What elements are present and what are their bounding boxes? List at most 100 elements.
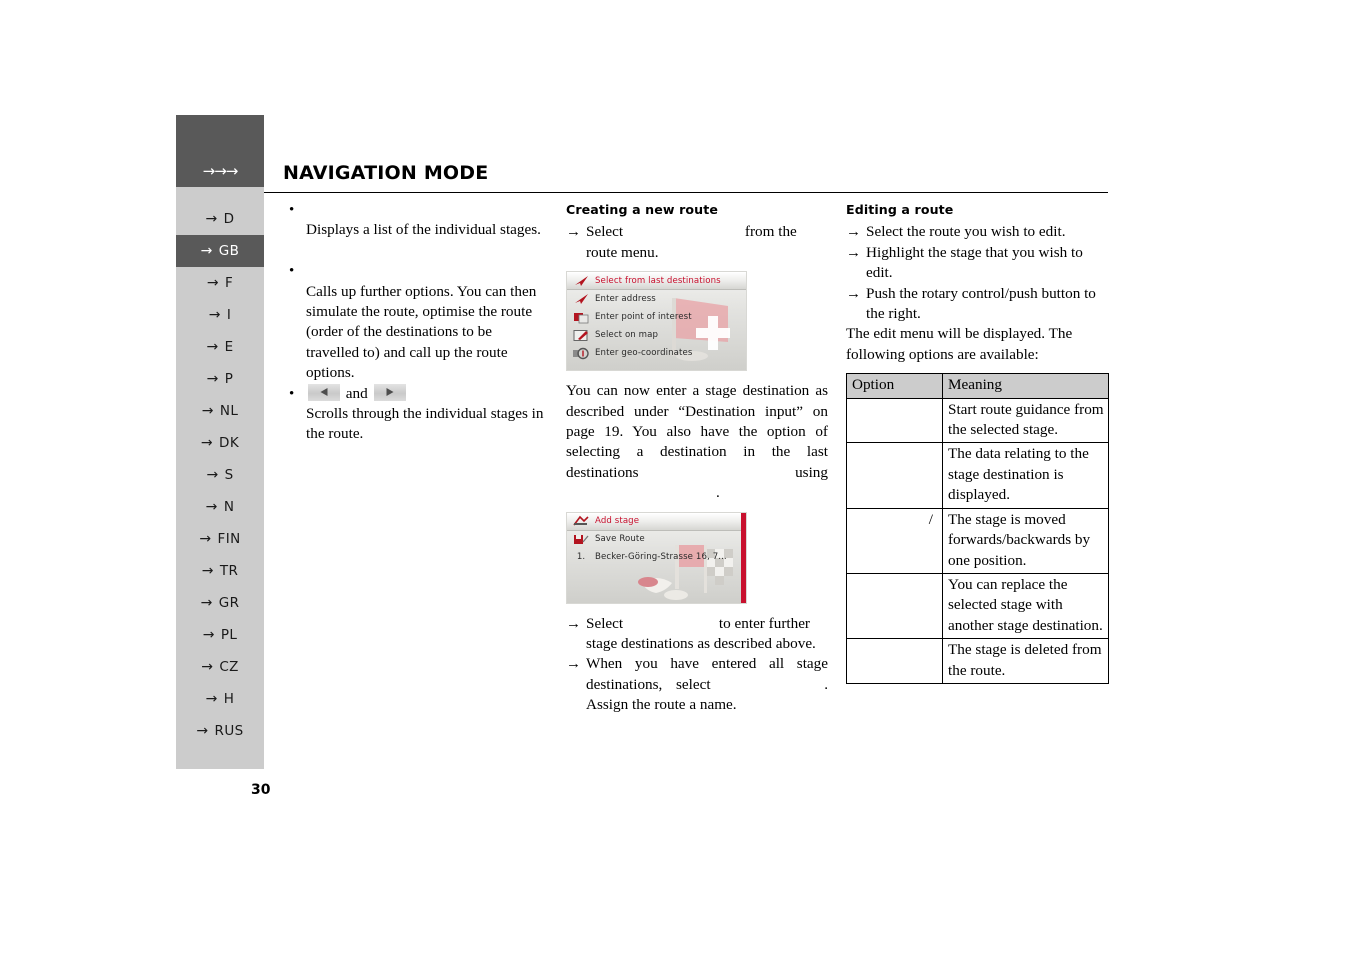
step-select-add-stage: → Select to enter further stage destinat…: [566, 614, 828, 655]
sidebar-item-i[interactable]: → I: [176, 299, 264, 331]
sidebar-item-d[interactable]: → D: [176, 203, 264, 235]
arrow-icon: →: [202, 627, 215, 643]
scroll-right-button[interactable]: [373, 383, 406, 401]
arrow-icon: →: [200, 243, 213, 259]
arrow-icon: →: [846, 224, 861, 241]
sidebar-item-label: CZ: [219, 659, 239, 675]
step-select-route: → Select the route you wish to edit.: [846, 222, 1108, 242]
bullet-icon: •: [289, 263, 295, 280]
sidebar-item-cz[interactable]: → CZ: [176, 651, 264, 683]
navigation-arrow-icon: [571, 274, 591, 289]
paragraph-edit-menu: The edit menu will be displayed. The fol…: [846, 325, 1073, 363]
sidebar-item-s[interactable]: → S: [176, 459, 264, 491]
table-row: The data relating to the stage destinati…: [846, 442, 1109, 509]
sidebar-item-h[interactable]: → H: [176, 683, 264, 715]
arrow-icon: →: [201, 403, 214, 419]
sidebar-item-label: GB: [218, 243, 240, 259]
language-sidebar: → → → → D → GB → F → I → E → P → NL → DK →…: [176, 115, 264, 769]
middle-column: Creating a new route → Select from the r…: [566, 200, 828, 716]
bullet-1-text: Displays a list of the individual stages…: [306, 221, 541, 239]
sidebar-item-label: RUS: [214, 723, 244, 739]
sidebar-item-e[interactable]: → E: [176, 331, 264, 363]
option-cell: /: [846, 507, 943, 574]
paragraph-destination-input: You can now enter a stage destination as…: [566, 381, 828, 503]
sidebar-item-rus[interactable]: → RUS: [176, 715, 264, 747]
sidebar-item-label: P: [224, 371, 234, 387]
menu-item-enter-geo-coordinates[interactable]: Enter geo-coordinates: [567, 344, 746, 362]
column-header-option: Option: [846, 373, 943, 399]
menu-item-label: Enter geo-coordinates: [595, 348, 693, 359]
menu-item-enter-address[interactable]: Enter address: [567, 290, 746, 308]
sidebar-item-gb[interactable]: → GB: [176, 235, 264, 267]
sidebar-item-label: D: [223, 211, 235, 227]
arrow-icon: →: [846, 244, 861, 261]
sidebar-item-p[interactable]: → P: [176, 363, 264, 395]
table-row: You can replace the selected stage with …: [846, 572, 1109, 640]
geo-coordinates-icon: [571, 346, 591, 361]
bullet-icon: •: [289, 385, 295, 402]
sidebar-item-nl[interactable]: → NL: [176, 395, 264, 427]
step-pre-label: Select: [586, 614, 624, 632]
step-highlight-stage: → Highlight the stage that you wish to e…: [846, 243, 1108, 284]
sidebar-item-label: N: [223, 499, 235, 515]
meaning-cell: You can replace the selected stage with …: [942, 572, 1109, 640]
header-divider: [264, 192, 1108, 193]
right-column: Editing a route → Select the route you w…: [846, 200, 1109, 684]
sidebar-item-f[interactable]: → F: [176, 267, 264, 299]
option-cell: [846, 572, 943, 640]
menu-item-label: Becker-Göring-Strasse 16, 7...: [595, 552, 727, 563]
scroll-keys-row: and: [306, 383, 546, 404]
sidebar-item-label: H: [223, 691, 235, 707]
menu-item-save-route[interactable]: Save Route: [567, 531, 746, 549]
step-save-route: → When you have entered all stage destin…: [566, 654, 828, 715]
table-row: The stage is deleted from the route.: [846, 638, 1109, 684]
scrollbar[interactable]: [741, 512, 746, 603]
sidebar-item-label: DK: [219, 435, 240, 451]
poi-icon: [571, 310, 591, 325]
menu-item-select-from-last-destinations[interactable]: Select from last destinations: [567, 272, 746, 291]
paragraph-end: .: [716, 484, 720, 502]
sidebar-item-label: PL: [220, 627, 238, 643]
scrollbar-thumb[interactable]: [741, 512, 746, 603]
arrow-icon: →: [201, 659, 214, 675]
sidebar-item-dk[interactable]: → DK: [176, 427, 264, 459]
paragraph-text: You can now enter a stage destination as…: [566, 382, 828, 481]
bullet-2-text: Calls up further options. You can then s…: [306, 282, 537, 382]
menu-item-select-on-map[interactable]: Select on map: [567, 326, 746, 344]
arrow-icon: →: [208, 307, 221, 323]
column-header-meaning: Meaning: [942, 373, 1109, 399]
page-number: 30: [251, 782, 271, 798]
menu-item-stage-destination[interactable]: 1. Becker-Göring-Strasse 16, 7...: [567, 549, 746, 567]
sidebar-item-label: S: [224, 467, 234, 483]
list-index-label: 1.: [576, 552, 586, 563]
arrow-icon: →: [199, 531, 212, 547]
step-label: Select the route you wish to edit.: [866, 223, 1066, 241]
scroll-left-button[interactable]: [308, 383, 340, 401]
arrow-icon: →: [566, 615, 581, 632]
language-list: → D → GB → F → I → E → P → NL → DK → S →…: [176, 187, 264, 769]
sidebar-item-n[interactable]: → N: [176, 491, 264, 523]
meaning-cell: The stage is deleted from the route.: [942, 638, 1109, 684]
navigation-arrow-icon: [571, 292, 591, 307]
bullet-3-text: Scrolls through the individual stages in…: [306, 405, 544, 443]
step-pre-label: When you have entered all stage destinat…: [586, 655, 828, 693]
step-label: Highlight the stage that you wish to edi…: [866, 243, 1083, 282]
sidebar-item-label: FIN: [217, 531, 241, 547]
list-item: • Calls up further options. You can then…: [284, 261, 546, 383]
section-heading-editing-a-route: Editing a route: [846, 202, 954, 217]
meaning-cell: The data relating to the stage destinati…: [942, 442, 1109, 509]
arrow-icon: →: [205, 211, 218, 227]
menu-item-enter-point-of-interest[interactable]: Enter point of interest: [567, 308, 746, 326]
arrow-icon: →: [201, 563, 214, 579]
manual-page: → → → → D → GB → F → I → E → P → NL → DK →…: [0, 0, 1351, 954]
arrow-icon: →: [566, 224, 581, 241]
bullet-icon: •: [289, 202, 295, 218]
sidebar-item-label: NL: [219, 403, 239, 419]
sidebar-item-fin[interactable]: → FIN: [176, 523, 264, 555]
sidebar-item-pl[interactable]: → PL: [176, 619, 264, 651]
sidebar-item-gr[interactable]: → GR: [176, 587, 264, 619]
menu-item-add-stage[interactable]: Add stage: [567, 512, 746, 531]
sidebar-item-tr[interactable]: → TR: [176, 555, 264, 587]
device-screenshot-route-menu: Add stage Save Route 1. Becker-Göring-St…: [566, 511, 747, 604]
page-title: NAVIGATION MODE: [283, 162, 489, 184]
